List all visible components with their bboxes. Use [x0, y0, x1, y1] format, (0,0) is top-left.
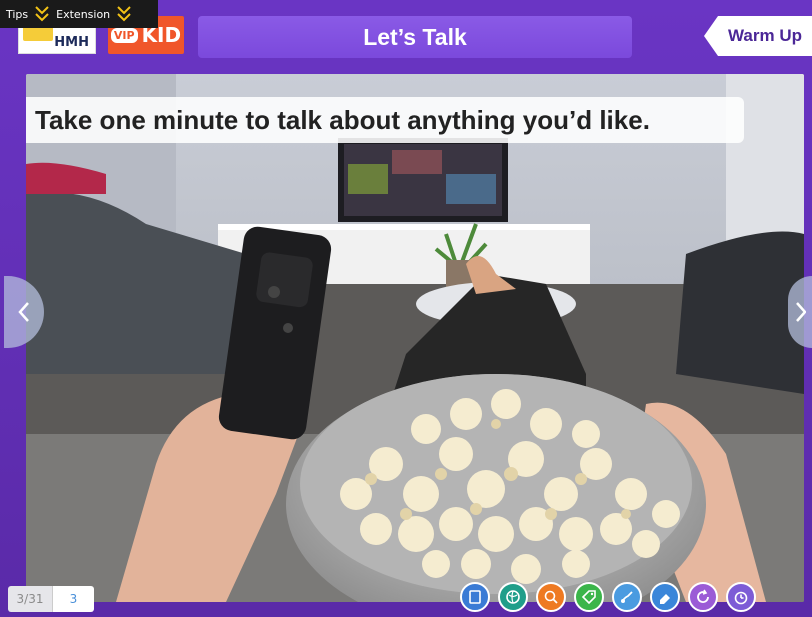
brush-tool-button[interactable]: [612, 582, 642, 612]
chevron-right-icon: [796, 302, 806, 322]
timer-icon: [734, 591, 748, 605]
top-toolbar: Tips Extension: [0, 0, 158, 28]
globe-tool-button[interactable]: [498, 582, 528, 612]
slide-pager: 3/31 3: [8, 586, 94, 612]
timer-tool-button[interactable]: [726, 582, 756, 612]
brush-icon: [621, 591, 633, 603]
chevron-down-icon: [35, 6, 49, 22]
lesson-title: Let’s Talk: [198, 16, 632, 58]
globe-icon: [506, 590, 520, 604]
eraser-icon: [660, 594, 670, 604]
tips-tab[interactable]: Tips: [6, 5, 50, 23]
hmh-logo-text: HMH: [54, 35, 89, 50]
slide-caption: Take one minute to talk about anything y…: [26, 97, 744, 143]
magnify-tool-button[interactable]: [536, 582, 566, 612]
board-icon: [469, 590, 481, 604]
next-slide-button[interactable]: [788, 276, 812, 348]
vipkid-badge: VIP: [110, 27, 138, 43]
refresh-tool-button[interactable]: [688, 582, 718, 612]
extension-tab[interactable]: Extension: [56, 5, 132, 23]
refresh-icon: [697, 589, 709, 603]
living-room-popcorn-illustration: [26, 74, 804, 602]
tool-palette: [460, 582, 756, 612]
tag-icon: [581, 590, 596, 605]
tips-label: Tips: [6, 7, 29, 21]
warmup-button[interactable]: Warm Up: [704, 16, 812, 56]
tag-tool-button[interactable]: [574, 582, 604, 612]
board-tool-button[interactable]: [460, 582, 490, 612]
page-jump-input[interactable]: 3: [52, 586, 94, 612]
page-counter: 3/31: [8, 586, 52, 612]
chevron-left-icon: [18, 302, 29, 322]
chevron-down-icon: [117, 6, 131, 22]
magnify-icon: [544, 590, 558, 604]
extension-label: Extension: [56, 7, 111, 21]
slide-image: [26, 74, 804, 602]
eraser-tool-button[interactable]: [650, 582, 680, 612]
